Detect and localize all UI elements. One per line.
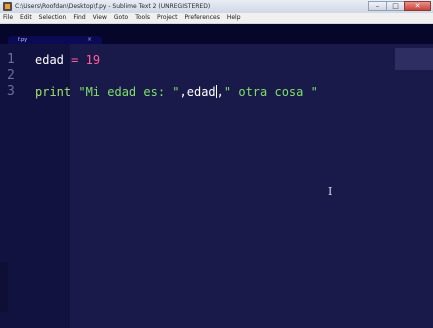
minimap[interactable] bbox=[395, 48, 433, 70]
menu-find[interactable]: Find bbox=[70, 13, 89, 23]
menu-file[interactable]: File bbox=[0, 13, 17, 23]
line-number: 3 bbox=[7, 84, 15, 99]
tab-bar: f.py × bbox=[0, 24, 433, 44]
keyword-token: print bbox=[35, 85, 72, 99]
sublime-text-window: C:\Users\Roofdan\Desktop\f.py - Sublime … bbox=[0, 0, 433, 328]
sublime-app-icon bbox=[3, 2, 12, 11]
variable-token: edad bbox=[35, 53, 64, 67]
code-line-1: edad = 19 bbox=[35, 52, 100, 68]
number-token: 19 bbox=[85, 53, 101, 67]
menu-bar: File Edit Selection Find View Goto Tools… bbox=[0, 13, 433, 24]
menu-view[interactable]: View bbox=[90, 13, 111, 23]
code-line-3: print "Mi edad es: ",edad," otra cosa " bbox=[35, 84, 318, 100]
close-button[interactable]: ✕ bbox=[404, 1, 431, 11]
line-number: 2 bbox=[7, 68, 15, 83]
comma-token: , bbox=[216, 85, 224, 99]
text-cursor-icon: I bbox=[328, 185, 333, 198]
menu-edit[interactable]: Edit bbox=[17, 13, 36, 23]
tab-label: f.py bbox=[18, 37, 28, 43]
string-token: "Mi edad es: " bbox=[78, 85, 180, 99]
comma-token: , bbox=[179, 85, 187, 99]
operator-token: = bbox=[63, 53, 86, 67]
variable-token: edad bbox=[186, 85, 216, 99]
window-title: C:\Users\Roofdan\Desktop\f.py - Sublime … bbox=[15, 3, 211, 10]
minimize-button[interactable]: – bbox=[368, 1, 387, 11]
menu-goto[interactable]: Goto bbox=[111, 13, 132, 23]
gutter-shade bbox=[0, 262, 8, 312]
string-token: " otra cosa " bbox=[223, 85, 318, 99]
title-bar[interactable]: C:\Users\Roofdan\Desktop\f.py - Sublime … bbox=[0, 0, 433, 13]
window-controls: – □ ✕ bbox=[368, 1, 431, 12]
tab-file[interactable]: f.py × bbox=[8, 36, 102, 44]
line-number: 1 bbox=[7, 52, 15, 67]
menu-preferences[interactable]: Preferences bbox=[182, 13, 224, 23]
menu-tools[interactable]: Tools bbox=[132, 13, 154, 23]
menu-help[interactable]: Help bbox=[224, 13, 245, 23]
menu-selection[interactable]: Selection bbox=[36, 13, 71, 23]
code-editor[interactable]: 1 2 3 edad = 19 print "Mi edad es: ",eda… bbox=[0, 44, 433, 328]
maximize-button[interactable]: □ bbox=[386, 1, 405, 11]
tab-close-icon[interactable]: × bbox=[87, 36, 92, 44]
menu-project[interactable]: Project bbox=[154, 13, 182, 23]
